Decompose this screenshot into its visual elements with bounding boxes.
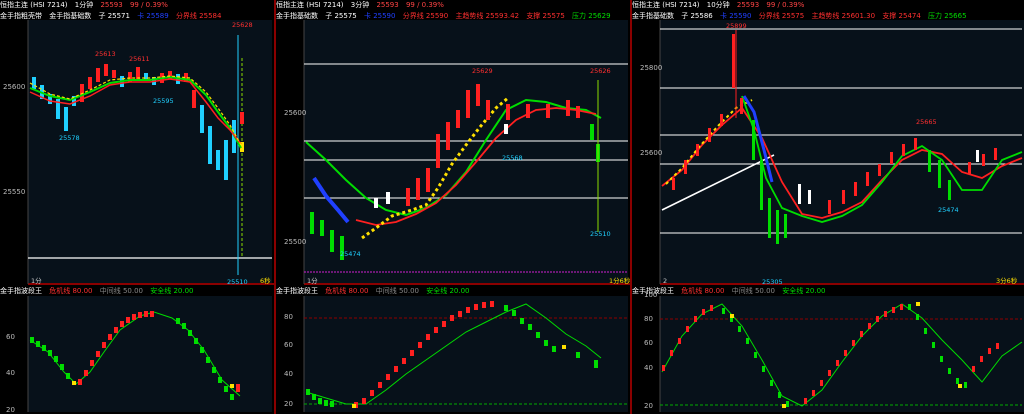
chart-panel-10m[interactable]: 恒指主连 (HSI 7214) 10分钟 25593 99 / 0.39% 金手…: [632, 0, 1024, 414]
y-tick: 80: [644, 315, 653, 323]
oscillator-chart-1m[interactable]: 60 40 20: [0, 0, 274, 414]
y-tick: 20: [6, 406, 15, 414]
chart-panel-3m[interactable]: 恒指主连 (HSI 7214) 3分钟 25593 99 / 0.39% 金手指…: [276, 0, 632, 414]
y-tick: 40: [6, 369, 15, 377]
chart-panel-1m[interactable]: 恒指主连 (HSI 7214) 1分钟 25593 99 / 0.39% 金手指…: [0, 0, 276, 414]
y-tick: 60: [6, 333, 15, 341]
y-tick: 80: [284, 313, 293, 321]
y-tick: 40: [644, 364, 653, 372]
y-tick: 100: [644, 291, 657, 299]
y-tick: 20: [284, 400, 293, 408]
y-tick: 40: [284, 370, 293, 378]
oscillator-chart-3m[interactable]: 80 60 40 20: [276, 0, 630, 414]
y-tick: 60: [284, 341, 293, 349]
y-tick: 60: [644, 339, 653, 347]
y-tick: 20: [644, 402, 653, 410]
oscillator-chart-10m[interactable]: 100 80 60 40 20: [632, 0, 1024, 414]
